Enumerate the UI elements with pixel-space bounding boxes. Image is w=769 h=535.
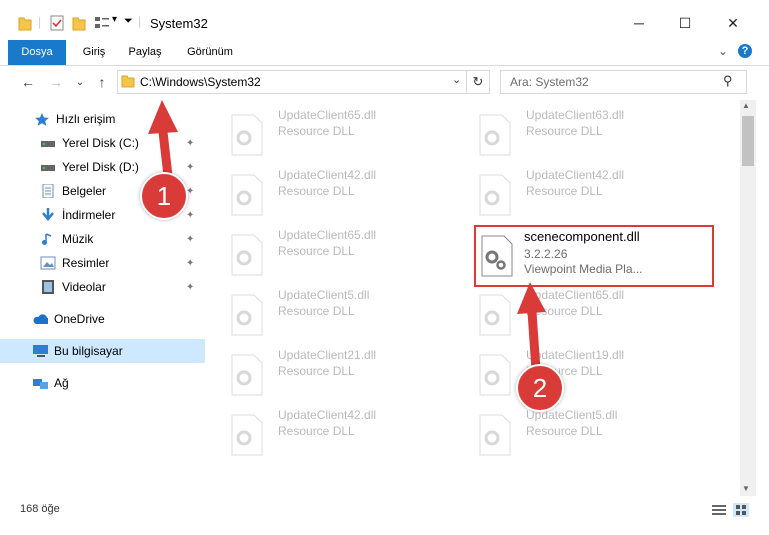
step-2-badge: 2	[516, 364, 564, 412]
status-bar	[0, 496, 769, 535]
annotation-arrows	[148, 100, 546, 371]
details-view-icon[interactable]	[711, 503, 727, 517]
item-count: 168 öğe	[20, 503, 60, 515]
large-icons-view-icon[interactable]	[733, 503, 749, 517]
step-1-badge: 1	[140, 172, 188, 220]
